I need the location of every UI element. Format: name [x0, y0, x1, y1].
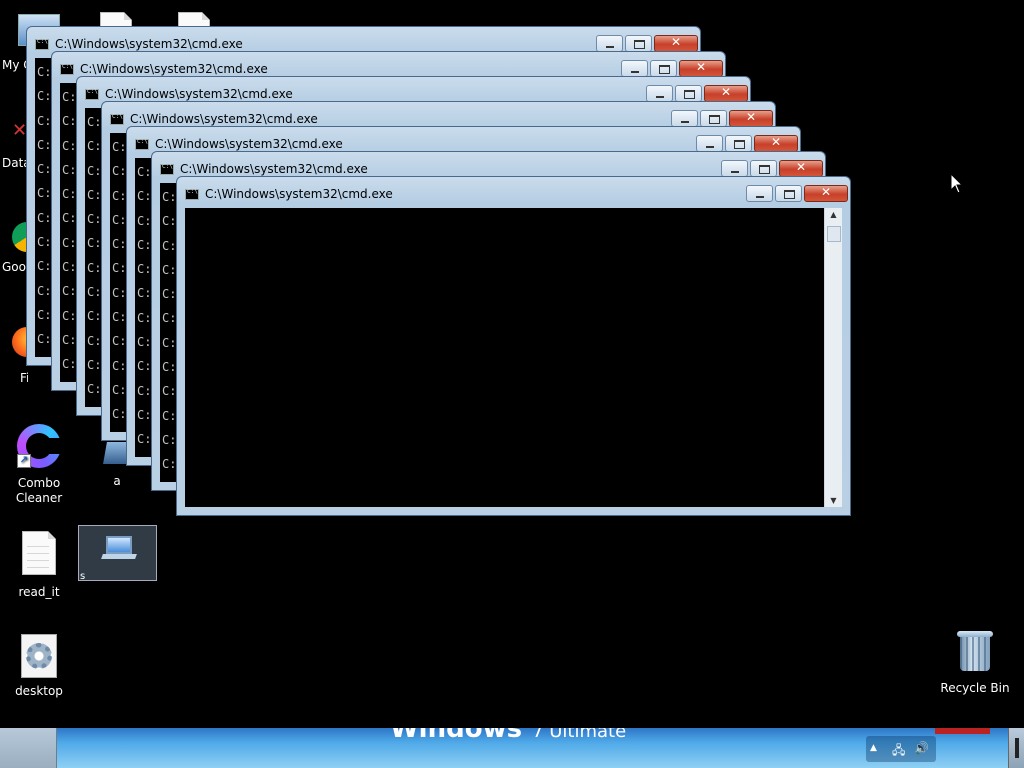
- close-button[interactable]: [729, 110, 773, 127]
- system-tray: ▲ 🖧 🔊: [866, 736, 936, 762]
- desktop-icon-top-file-1[interactable]: [100, 12, 132, 26]
- console-text: C: C: C: C: C: C: C: C: C: C: C: C: C:: [162, 190, 177, 482]
- maximize-button[interactable]: [700, 110, 727, 127]
- desktop-icon-label: a: [113, 474, 121, 488]
- maximize-button[interactable]: [675, 85, 702, 102]
- desktop-icon-data[interactable]: ✕ Data: [0, 118, 28, 174]
- cmd-icon: [135, 138, 149, 150]
- console-text: C: C: C: C: C: C: C: C: C: C: C: C: C:: [37, 65, 52, 357]
- close-button[interactable]: [779, 160, 823, 177]
- close-button[interactable]: [654, 35, 698, 52]
- taskbar-red-strip: [935, 728, 990, 734]
- close-button[interactable]: [754, 135, 798, 152]
- brand-text: Windows: [390, 728, 523, 744]
- minimize-button[interactable]: [596, 35, 623, 52]
- console-text: C: C: C: C: C: C: C: C: C: C: C: C: C:: [87, 115, 102, 407]
- cmd-icon: [35, 38, 49, 50]
- minimize-button[interactable]: [746, 185, 773, 202]
- console-area[interactable]: [185, 208, 825, 507]
- mouse-cursor-icon: [950, 173, 964, 194]
- desktop-icon-desktop[interactable]: desktop: [4, 634, 74, 699]
- minimize-button[interactable]: [721, 160, 748, 177]
- window-title: C:\Windows\system32\cmd.exe: [180, 162, 368, 176]
- console-text: C: C: C: C: C: C: C: C: C: C: C: C: C:: [112, 140, 127, 432]
- settings-file-icon: [21, 634, 57, 678]
- volume-icon[interactable]: 🔊: [914, 741, 929, 755]
- desktop-icon-label: Firefo: [20, 371, 28, 385]
- scroll-thumb[interactable]: [827, 226, 841, 242]
- close-button[interactable]: [679, 60, 723, 77]
- desktop-icon-label: Combo Cleaner: [15, 476, 63, 505]
- window-title: C:\Windows\system32\cmd.exe: [205, 187, 393, 201]
- minimize-button[interactable]: [621, 60, 648, 77]
- desktop-icon-recycle-bin[interactable]: Recycle Bin: [940, 631, 1010, 696]
- desktop-icon-label: Recycle Bin: [940, 681, 1010, 695]
- taskbar: Windows 7 Ultimate ▲ 🖧 🔊: [0, 728, 1024, 768]
- desktop-icon-label: Data: [2, 156, 28, 170]
- console-text: C: C: C: C: C: C: C: C: C: C: C: C: C:: [62, 90, 77, 382]
- combo-cleaner-icon-wrap: ↗: [17, 424, 63, 468]
- console-text: C: C: C: C: C: C: C: C: C: C: C: C: C:: [137, 165, 152, 457]
- red-x-icon: ✕: [12, 120, 28, 141]
- document-icon: [178, 12, 210, 26]
- desktop-icon-label: desktop: [15, 684, 63, 698]
- desktop-icon-top-file-2[interactable]: [178, 12, 210, 26]
- recycle-bin-icon: [957, 631, 993, 671]
- desktop-icon-label: s: [80, 571, 86, 582]
- window-title: C:\Windows\system32\cmd.exe: [80, 62, 268, 76]
- desktop-icon-label: read_it: [18, 585, 60, 599]
- window-title: C:\Windows\system32\cmd.exe: [105, 87, 293, 101]
- cmd-window[interactable]: C:\Windows\system32\cmd.exe ▲ ▼: [176, 176, 851, 516]
- show-hidden-icons-button[interactable]: ▲: [870, 743, 877, 753]
- show-desktop-button[interactable]: [1008, 728, 1024, 768]
- cmd-icon: [60, 63, 74, 75]
- windows-wallpaper-brand: Windows 7 Ultimate: [390, 728, 626, 744]
- vertical-scrollbar[interactable]: ▲ ▼: [824, 208, 842, 507]
- document-icon: [100, 12, 132, 26]
- cmd-icon: [110, 113, 124, 125]
- shortcut-arrow-icon: ↗: [17, 454, 31, 468]
- maximize-button[interactable]: [650, 60, 677, 77]
- desktop-icon-label: Goo: [2, 260, 26, 274]
- laptop-icon: [101, 536, 137, 560]
- cmd-icon: [160, 163, 174, 175]
- text-file-icon: [22, 531, 56, 575]
- maximize-button[interactable]: [725, 135, 752, 152]
- scroll-up-arrow-icon[interactable]: ▲: [825, 210, 842, 219]
- minimize-button[interactable]: [671, 110, 698, 127]
- close-button[interactable]: [704, 85, 748, 102]
- desktop-icon-combo-cleaner[interactable]: ↗ Combo Cleaner: [4, 424, 74, 506]
- cmd-icon: [85, 88, 99, 100]
- minimize-button[interactable]: [646, 85, 673, 102]
- window-title: C:\Windows\system32\cmd.exe: [155, 137, 343, 151]
- maximize-button[interactable]: [750, 160, 777, 177]
- edition-text: 7 Ultimate: [532, 728, 627, 742]
- desktop-icon-read-it[interactable]: read_it: [4, 531, 74, 600]
- scroll-down-arrow-icon[interactable]: ▼: [825, 496, 842, 505]
- cmd-icon: [185, 188, 199, 200]
- desktop-icon-selected-laptop[interactable]: s: [78, 525, 157, 582]
- maximize-button[interactable]: [775, 185, 802, 202]
- window-title: C:\Windows\system32\cmd.exe: [55, 37, 243, 51]
- start-button[interactable]: [0, 728, 57, 768]
- desktop-icon-google[interactable]: Goo: [0, 220, 28, 276]
- maximize-button[interactable]: [625, 35, 652, 52]
- close-button[interactable]: [804, 185, 848, 202]
- desktop-icon-firefox[interactable]: Firefo: [0, 325, 28, 387]
- minimize-button[interactable]: [696, 135, 723, 152]
- window-title: C:\Windows\system32\cmd.exe: [130, 112, 318, 126]
- network-icon[interactable]: 🖧: [892, 741, 905, 762]
